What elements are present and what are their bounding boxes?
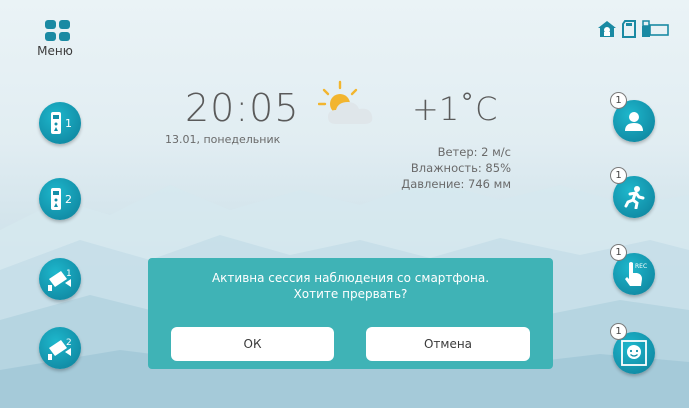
pressure: Давление: 746 мм: [401, 177, 511, 191]
camera-2-button[interactable]: 2: [39, 327, 81, 369]
cctv-camera-icon: 2: [48, 338, 72, 360]
camera-2-label: 2: [66, 338, 72, 348]
doorphone-1-button[interactable]: 1: [39, 102, 81, 144]
running-man-icon: [624, 186, 645, 209]
face-frame-icon: [621, 340, 647, 366]
motion-badge: 1: [610, 167, 627, 184]
wind: Ветер: 2 м/с: [437, 145, 511, 159]
visitor-badge: 1: [610, 92, 627, 109]
doorphone-2-label: 2: [65, 193, 72, 206]
clock-date: 13.01, понедельник: [165, 133, 281, 146]
ok-button[interactable]: ОК: [171, 327, 334, 361]
home-lock-icon: [598, 21, 616, 37]
humidity: Влажность: 85%: [410, 161, 511, 175]
cctv-camera-icon: 1: [48, 269, 72, 291]
camera-1-label: 1: [66, 269, 72, 279]
face-badge: 1: [610, 323, 627, 340]
record-badge: 1: [610, 244, 627, 261]
clock-time: 20:05: [185, 86, 300, 130]
dialog-message: Активна сессия наблюдения со смартфона. …: [148, 270, 553, 302]
dialog-line-2: Хотите прервать?: [293, 287, 408, 301]
menu-button[interactable]: Меню: [33, 20, 81, 58]
camera-1-button[interactable]: 1: [39, 258, 81, 300]
doorphone-2-button[interactable]: 2: [39, 178, 81, 220]
sd-card-icon: [622, 20, 636, 38]
grid-icon: [33, 20, 81, 41]
temperature: +1˚C: [412, 90, 498, 128]
weather-details: Ветер: 2 м/с Влажность: 85% Давление: 74…: [401, 144, 511, 192]
status-bar: [597, 20, 669, 38]
menu-label: Меню: [37, 44, 73, 58]
partly-cloudy-icon: [318, 80, 373, 124]
usb-icon: [642, 20, 669, 37]
cancel-button[interactable]: Отмена: [366, 327, 530, 361]
touch-rec-icon: REC: [625, 262, 647, 286]
person-icon: [625, 112, 643, 131]
dialog-line-1: Активна сессия наблюдения со смартфона.: [211, 271, 490, 285]
doorphone-icon: 2: [51, 188, 72, 210]
doorphone-icon: 1: [51, 112, 72, 134]
doorphone-1-label: 1: [65, 117, 72, 130]
session-dialog: Активна сессия наблюдения со смартфона. …: [148, 258, 553, 369]
rec-label: REC: [635, 263, 647, 270]
